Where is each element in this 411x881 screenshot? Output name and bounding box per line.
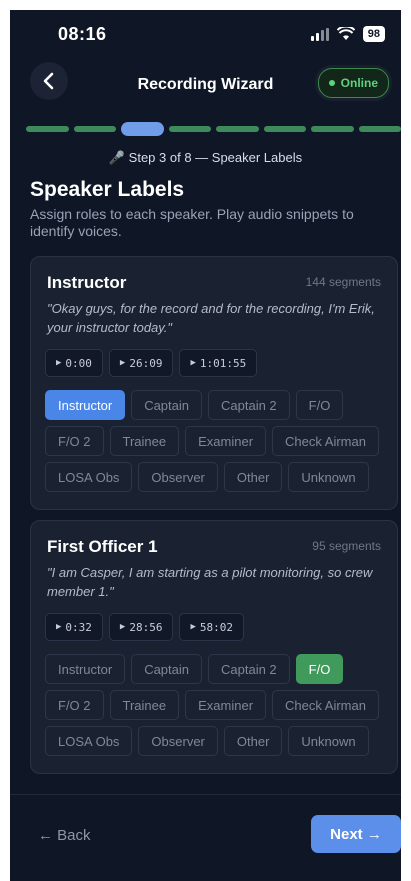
play-snippet-button[interactable]: ▶ 26:09 xyxy=(108,349,174,377)
online-label: Online xyxy=(340,76,378,90)
page-title: Speaker Labels xyxy=(30,178,185,201)
role-option-captain[interactable]: Captain xyxy=(131,390,202,420)
play-snippet-button[interactable]: ▶ 1:01:55 xyxy=(179,349,258,377)
progress-step-1 xyxy=(26,126,69,132)
role-option-f-o[interactable]: F/O xyxy=(295,390,344,420)
snippet-time: 0:00 xyxy=(65,356,92,370)
progress-step-4 xyxy=(168,126,211,132)
role-option-instructor[interactable]: Instructor xyxy=(45,390,126,420)
role-option-f-o[interactable]: F/O xyxy=(295,654,344,684)
wifi-icon xyxy=(336,27,355,40)
role-option-unknown[interactable]: Unknown xyxy=(288,726,369,756)
play-icon: ▶ xyxy=(119,358,126,368)
role-option-other[interactable]: Other xyxy=(223,462,283,492)
snippet-time: 28:56 xyxy=(129,620,163,634)
step-label: 🎤 Step 3 of 8 — Speaker Labels xyxy=(108,150,303,165)
role-option-other[interactable]: Other xyxy=(223,726,283,756)
role-option-check-airman[interactable]: Check Airman xyxy=(272,426,379,456)
play-snippet-button[interactable]: ▶ 0:00 xyxy=(45,349,103,377)
status-icons: 98 xyxy=(310,26,385,42)
role-option-losa-obs[interactable]: LOSA Obs xyxy=(45,462,133,492)
snippet-time: 58:02 xyxy=(199,620,234,634)
role-options: Instructor Captain Captain 2 F/O F/O 2 Traine… xyxy=(45,390,390,492)
role-option-examiner[interactable]: Examiner xyxy=(185,690,267,720)
signal-icon xyxy=(310,27,329,41)
role-option-observer[interactable]: Observer xyxy=(138,726,218,756)
segment-count: 144 segments xyxy=(305,275,381,289)
role-option-captain[interactable]: Captain xyxy=(131,654,202,684)
role-option-captain-2[interactable]: Captain 2 xyxy=(208,654,290,684)
snippet-row: ▶ 0:00 ▶ 26:09 ▶ 1:01:55 xyxy=(45,349,258,377)
play-icon: ▶ xyxy=(56,358,62,368)
speaker-quote: "I am Casper, I am starting as a pilot m… xyxy=(47,565,373,599)
role-option-trainee[interactable]: Trainee xyxy=(109,426,180,456)
progress-step-2 xyxy=(73,126,116,132)
snippet-time: 1:01:55 xyxy=(199,356,247,370)
speaker-card: First Officer 1 95 segments "I am Casper… xyxy=(30,520,398,774)
role-options: Instructor Captain Captain 2 F/O F/O 2 Traine… xyxy=(45,654,390,756)
role-option-trainee[interactable]: Trainee xyxy=(109,690,180,720)
online-status-badge: Online xyxy=(317,68,389,98)
role-option-instructor[interactable]: Instructor xyxy=(45,654,126,684)
progress-step-7 xyxy=(311,126,354,132)
role-option-captain-2[interactable]: Captain 2 xyxy=(208,390,290,420)
role-option-examiner[interactable]: Examiner xyxy=(185,426,267,456)
progress-step-8 xyxy=(358,126,401,132)
page-subtitle: Assign roles to each speaker. Play audio… xyxy=(30,206,354,239)
role-option-check-airman[interactable]: Check Airman xyxy=(272,690,379,720)
status-bar: 08:16 98 xyxy=(10,10,401,60)
role-option-observer[interactable]: Observer xyxy=(138,462,218,492)
play-icon: ▶ xyxy=(119,622,126,632)
battery-icon: 98 xyxy=(362,26,385,42)
online-dot-icon xyxy=(328,80,335,86)
progress-step-3 xyxy=(121,122,164,136)
play-snippet-button[interactable]: ▶ 0:32 xyxy=(45,613,103,641)
speaker-quote: "Okay guys, for the record and for the r… xyxy=(47,301,375,335)
nav-bar: Recording Wizard Online xyxy=(10,58,401,110)
role-option-losa-obs[interactable]: LOSA Obs xyxy=(45,726,133,756)
status-time: 08:16 xyxy=(58,24,107,44)
play-icon: ▶ xyxy=(190,358,196,368)
play-icon: ▶ xyxy=(190,622,196,632)
role-option-f-o-2[interactable]: F/O 2 xyxy=(45,690,104,720)
back-link[interactable]: ← Back xyxy=(38,827,91,844)
progress-step-5 xyxy=(216,126,259,132)
play-icon: ▶ xyxy=(56,622,62,632)
role-option-unknown[interactable]: Unknown xyxy=(288,462,369,492)
next-button[interactable]: Next → xyxy=(311,815,401,853)
snippet-time: 26:09 xyxy=(129,356,163,370)
speaker-name: First Officer 1 xyxy=(47,537,158,556)
role-option-f-o-2[interactable]: F/O 2 xyxy=(45,426,104,456)
wizard-footer: ← Back Next → xyxy=(10,794,401,881)
play-snippet-button[interactable]: ▶ 58:02 xyxy=(179,613,245,641)
play-snippet-button[interactable]: ▶ 28:56 xyxy=(108,613,174,641)
app-screen: 08:16 98 Recording Wizard Online 🎤 Step … xyxy=(10,10,401,881)
segment-count: 95 segments xyxy=(312,539,381,553)
progress-step-6 xyxy=(263,126,306,132)
speaker-card: Instructor 144 segments "Okay guys, for … xyxy=(30,256,398,510)
snippet-time: 0:32 xyxy=(65,620,92,634)
snippet-row: ▶ 0:32 ▶ 28:56 ▶ 58:02 xyxy=(45,613,245,641)
step-progress-bar xyxy=(26,122,401,136)
speaker-name: Instructor xyxy=(47,273,127,292)
